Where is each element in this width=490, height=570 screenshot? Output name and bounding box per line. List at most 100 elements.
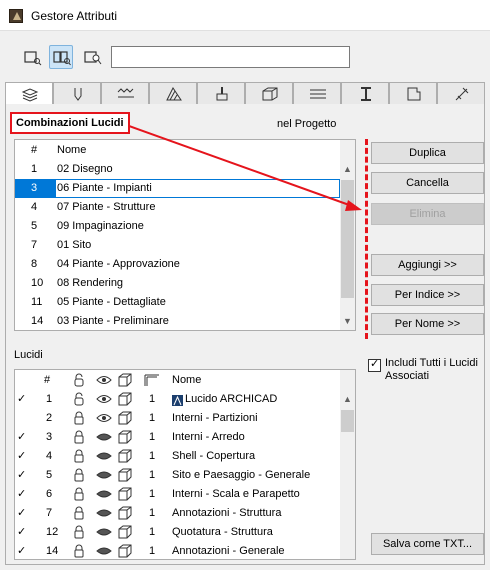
add-button[interactable]: Aggiungi >> <box>371 254 484 276</box>
lock-icon[interactable] <box>72 544 86 559</box>
tab-surfaces[interactable] <box>197 82 245 104</box>
save-as-txt-button[interactable]: Salva come TXT... <box>371 533 484 555</box>
layer-row[interactable]: ✓ 4 1 Shell - Copertura <box>15 447 340 466</box>
layer-row[interactable]: ✓ 12 1 Quotatura - Struttura <box>15 523 340 542</box>
window-title: Gestore Attributi <box>31 9 118 23</box>
layer-checkmark[interactable]: ✓ <box>17 466 26 485</box>
list-item[interactable]: 8 04 Piante - Approvazione <box>15 255 340 274</box>
layer-checkmark[interactable]: ✓ <box>17 485 26 504</box>
layer-checkmark[interactable]: ✓ <box>17 504 26 523</box>
intersection-group-number: 1 <box>149 393 156 405</box>
tab-layers[interactable] <box>5 82 53 105</box>
layer-name: Sito e Paesaggio - Generale <box>172 469 311 481</box>
building-materials-icon <box>262 87 278 101</box>
include-all-label: Includi Tutti i Lucidi Associati <box>385 357 478 382</box>
layer-checkmark[interactable]: ✓ <box>17 390 26 409</box>
header-number: # <box>44 374 51 386</box>
layer-name: Interni - Scala e Parapetto <box>172 488 300 500</box>
tab-line-types[interactable] <box>101 82 149 104</box>
search-view-button[interactable] <box>80 45 104 69</box>
list-header: # Nome <box>15 141 340 160</box>
layer-combinations-list[interactable]: # Nome 1 02 Disegno 3 06 Piante - Impian… <box>14 139 356 331</box>
zone-categories-icon <box>407 87 421 101</box>
layer-checkmark[interactable]: ✓ <box>17 447 26 466</box>
intersection-group-number: 1 <box>149 507 156 519</box>
list-item-selected[interactable]: 3 06 Piante - Impianti <box>15 179 340 198</box>
scroll-up-arrow[interactable]: ▲ <box>340 392 355 407</box>
visibility-eye-icon[interactable] <box>96 545 112 559</box>
tab-zone-categories[interactable] <box>389 82 437 104</box>
single-panel-icon <box>24 51 42 66</box>
layer-checkmark[interactable]: ✓ <box>17 523 26 542</box>
layer-number: 12 <box>46 526 59 538</box>
layer-row[interactable]: ✓ 6 1 Interni - Scala e Parapetto <box>15 485 340 504</box>
attribute-tabs <box>5 82 485 105</box>
rename-inline-input[interactable]: 06 Piante - Impianti <box>55 179 340 198</box>
list-item[interactable]: 7 01 Sito <box>15 236 340 255</box>
list-item[interactable]: 10 08 Rendering <box>15 274 340 293</box>
intersection-group-number: 1 <box>149 488 156 500</box>
layers-icon <box>21 88 39 102</box>
layer-number: 3 <box>46 431 53 443</box>
dual-panel-icon <box>53 51 71 66</box>
layer-row[interactable]: ✓ 1 1 Lucido ARCHICAD <box>15 390 340 409</box>
eliminate-button[interactable]: Elimina <box>371 203 484 225</box>
layer-row[interactable]: ✓ 14 1 Annotazioni - Generale <box>15 542 340 559</box>
scroll-down-arrow[interactable]: ▼ <box>340 314 355 329</box>
duplicate-button[interactable]: Duplica <box>371 142 484 164</box>
layer-checkmark[interactable]: ✓ <box>17 542 26 559</box>
archicad-app-icon <box>9 9 23 23</box>
tab-mep-systems[interactable] <box>437 82 485 104</box>
scroll-thumb[interactable] <box>341 180 354 298</box>
single-panel-view-button[interactable] <box>20 45 44 69</box>
combinations-label: Combinazioni Lucidi <box>10 112 130 134</box>
layer-number: 7 <box>46 507 53 519</box>
by-name-button[interactable]: Per Nome >> <box>371 313 484 335</box>
in-project-label: nel Progetto <box>277 118 337 130</box>
layer-number: 1 <box>46 393 53 405</box>
tab-building-materials[interactable] <box>245 82 293 104</box>
tab-profiles[interactable] <box>341 82 389 104</box>
layers-scrollbar[interactable]: ▲ <box>340 370 355 559</box>
wireframe-cube-icon[interactable] <box>118 544 132 559</box>
list-item[interactable]: 1 02 Disegno <box>15 160 340 179</box>
layer-row[interactable]: ✓ 5 1 Sito e Paesaggio - Generale <box>15 466 340 485</box>
line-types-icon <box>117 88 134 98</box>
layer-number: 14 <box>46 545 59 557</box>
layer-number: 4 <box>46 450 53 462</box>
delete-button[interactable]: Cancella <box>371 172 484 194</box>
layer-name: Lucido ARCHICAD <box>185 393 278 405</box>
title-bar: Gestore Attributi <box>0 0 490 31</box>
annotation-dashed-line <box>365 139 368 339</box>
list-item[interactable]: 14 03 Piante - Preliminare <box>15 312 340 330</box>
include-all-checkbox[interactable] <box>368 357 381 372</box>
list-item[interactable]: 5 09 Impaginazione <box>15 217 340 236</box>
layer-name: Quotatura - Struttura <box>172 526 273 538</box>
tab-pens[interactable] <box>53 82 101 104</box>
combinations-scrollbar[interactable]: ▲ ▼ <box>340 140 355 330</box>
layer-checkmark[interactable]: ✓ <box>17 428 26 447</box>
composites-icon <box>310 89 326 99</box>
tab-fills[interactable] <box>149 82 197 104</box>
search-input[interactable] <box>111 46 350 68</box>
layer-name: Interni - Partizioni <box>172 412 258 424</box>
paint-brush-icon <box>216 87 228 101</box>
layer-row[interactable]: 2 1 Interni - Partizioni <box>15 409 340 428</box>
list-item[interactable]: 4 07 Piante - Strutture <box>15 198 340 217</box>
dual-panel-view-button[interactable] <box>49 45 73 69</box>
tab-composites[interactable] <box>293 82 341 104</box>
scroll-up-arrow[interactable]: ▲ <box>340 162 355 177</box>
layer-row[interactable]: ✓ 3 1 Interni - Arredo <box>15 428 340 447</box>
intersection-group-number: 1 <box>149 431 156 443</box>
layer-number: 5 <box>46 469 53 481</box>
mep-systems-icon <box>455 87 469 101</box>
list-item[interactable]: 11 05 Piante - Dettagliate <box>15 293 340 312</box>
by-index-button[interactable]: Per Indice >> <box>371 284 484 306</box>
header-name: Nome <box>172 374 202 386</box>
search-panel-icon <box>84 51 102 65</box>
layers-list[interactable]: # Nome ✓ 1 1 Lucido ARCHICAD 2 1 Interni - Par… <box>14 369 356 560</box>
layer-row[interactable]: ✓ 7 1 Annotazioni - Struttura <box>15 504 340 523</box>
header-name: Nome <box>57 144 87 156</box>
layer-name: Annotazioni - Struttura <box>172 507 282 519</box>
scroll-thumb[interactable] <box>341 410 354 432</box>
